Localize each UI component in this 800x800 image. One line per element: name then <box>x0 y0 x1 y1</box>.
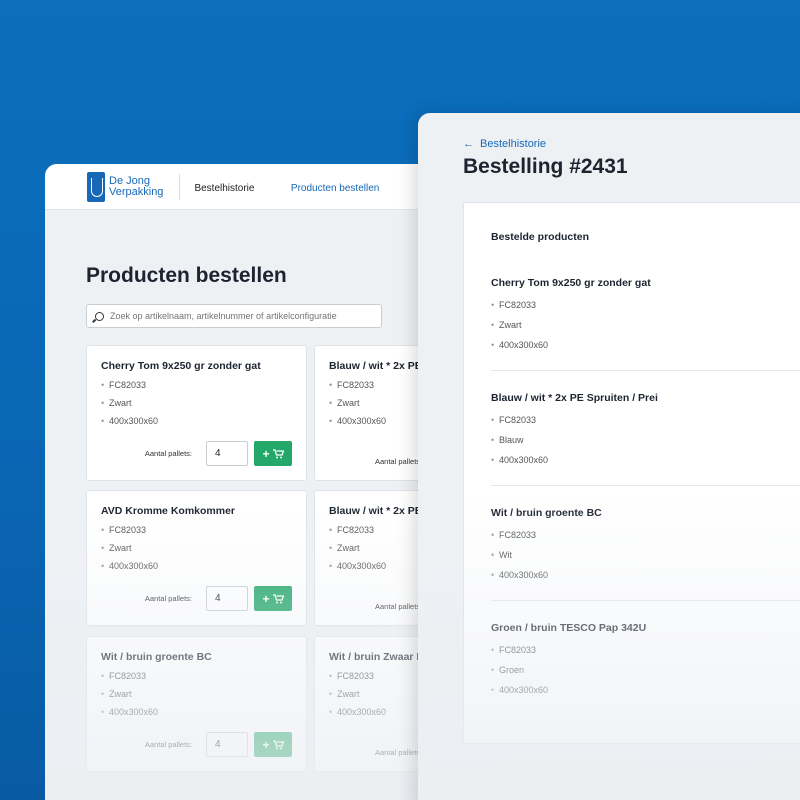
ordered-item-spec: 400x300x60 <box>491 340 800 350</box>
page-title: Producten bestellen <box>86 264 287 287</box>
nav-divider <box>179 173 181 200</box>
product-spec: Zwart <box>101 689 292 699</box>
brand-name-line2: Verpakking <box>109 185 164 198</box>
panel-heading: Bestelde producten <box>491 231 590 243</box>
ordered-item: Blauw / wit * 2x PE Spruiten / Prei FC82… <box>491 392 800 486</box>
order-detail-window: ← Bestelhistorie Bestelling #2431 Bestel… <box>418 113 800 800</box>
brand-name-line1: De Jong <box>109 174 150 187</box>
product-title: Wit / bruin groente BC <box>101 651 212 663</box>
nav-link-bestelhistorie[interactable]: Bestelhistorie <box>194 183 254 194</box>
pallet-quantity-input[interactable] <box>206 586 248 611</box>
main-nav: Bestelhistorie Producten bestellen <box>194 178 411 196</box>
arrow-left-icon: ← <box>463 138 474 150</box>
quantity-label: Aantal pallets: <box>375 457 423 466</box>
brand-logo[interactable]: De Jong Verpakking <box>87 171 164 202</box>
ordered-item-title: Cherry Tom 9x250 gr zonder gat <box>491 277 651 289</box>
ordered-item: Groen / bruin TESCO Pap 342U FC82033 Gro… <box>491 622 800 715</box>
product-spec: FC82033 <box>101 525 292 535</box>
quantity-row: Aantal pallets: + <box>145 586 292 611</box>
product-spec: 400x300x60 <box>101 707 292 717</box>
plus-icon: + <box>262 591 270 606</box>
cart-icon <box>272 448 284 458</box>
product-spec: Zwart <box>101 398 292 408</box>
product-card: Wit / bruin groente BC FC82033 Zwart 400… <box>86 636 307 772</box>
ordered-item: Cherry Tom 9x250 gr zonder gat FC82033 Z… <box>491 277 800 371</box>
ordered-item-spec: 400x300x60 <box>491 685 800 695</box>
ordered-item-spec: 400x300x60 <box>491 570 800 580</box>
quantity-row: Aantal pallets: + <box>145 441 292 466</box>
ordered-item-spec: FC82033 <box>491 645 800 655</box>
nav-link-producten-bestellen[interactable]: Producten bestellen <box>291 183 379 194</box>
cart-icon <box>272 593 284 603</box>
quantity-label: Aantal pallets: <box>375 602 423 611</box>
ordered-item-title: Wit / bruin groente BC <box>491 507 602 519</box>
ordered-item-spec: Wit <box>491 550 800 560</box>
product-spec: FC82033 <box>101 671 292 681</box>
search-input[interactable] <box>110 311 370 321</box>
logo-icon <box>87 171 105 202</box>
add-to-cart-button[interactable]: + <box>254 586 292 611</box>
back-link[interactable]: ← Bestelhistorie <box>463 138 546 150</box>
quantity-label: Aantal pallets: <box>144 449 192 458</box>
cart-icon <box>272 739 284 749</box>
ordered-item-spec: FC82033 <box>491 300 800 310</box>
ordered-products-panel: Bestelde producten Cherry Tom 9x250 gr z… <box>463 202 800 744</box>
ordered-item-spec: 400x300x60 <box>491 455 800 465</box>
plus-icon: + <box>262 446 270 461</box>
quantity-label: Aantal pallets: <box>144 594 192 603</box>
back-link-label: Bestelhistorie <box>480 138 547 150</box>
add-to-cart-button[interactable]: + <box>254 732 292 757</box>
ordered-item-spec: FC82033 <box>491 415 800 425</box>
product-spec: 400x300x60 <box>101 561 292 571</box>
ordered-item-spec: FC82033 <box>491 530 800 540</box>
ordered-item-title: Groen / bruin TESCO Pap 342U <box>491 622 647 634</box>
product-card: AVD Kromme Komkommer FC82033 Zwart 400x3… <box>86 490 307 626</box>
plus-icon: + <box>262 737 270 752</box>
product-card: Cherry Tom 9x250 gr zonder gat FC82033 Z… <box>86 345 307 481</box>
search-bar <box>86 304 382 328</box>
pallet-quantity-input[interactable] <box>206 441 248 466</box>
ordered-item-spec: Zwart <box>491 320 800 330</box>
product-title: Cherry Tom 9x250 gr zonder gat <box>101 360 261 372</box>
quantity-label: Aantal pallets: <box>144 740 192 749</box>
ordered-item-spec: Blauw <box>491 435 800 445</box>
add-to-cart-button[interactable]: + <box>254 441 292 466</box>
ordered-item-title: Blauw / wit * 2x PE Spruiten / Prei <box>491 392 658 404</box>
product-spec: Zwart <box>101 543 292 553</box>
search-icon <box>95 311 104 321</box>
order-title: Bestelling #2431 <box>463 155 628 178</box>
ordered-item-spec: Groen <box>491 665 800 675</box>
ordered-item: Wit / bruin groente BC FC82033 Wit 400x3… <box>491 507 800 601</box>
quantity-label: Aantal pallets: <box>375 748 423 757</box>
pallet-quantity-input[interactable] <box>206 732 248 757</box>
product-spec: 400x300x60 <box>101 416 292 426</box>
product-title: AVD Kromme Komkommer <box>101 505 236 517</box>
quantity-row: Aantal pallets: + <box>145 732 292 757</box>
product-spec: FC82033 <box>101 380 292 390</box>
